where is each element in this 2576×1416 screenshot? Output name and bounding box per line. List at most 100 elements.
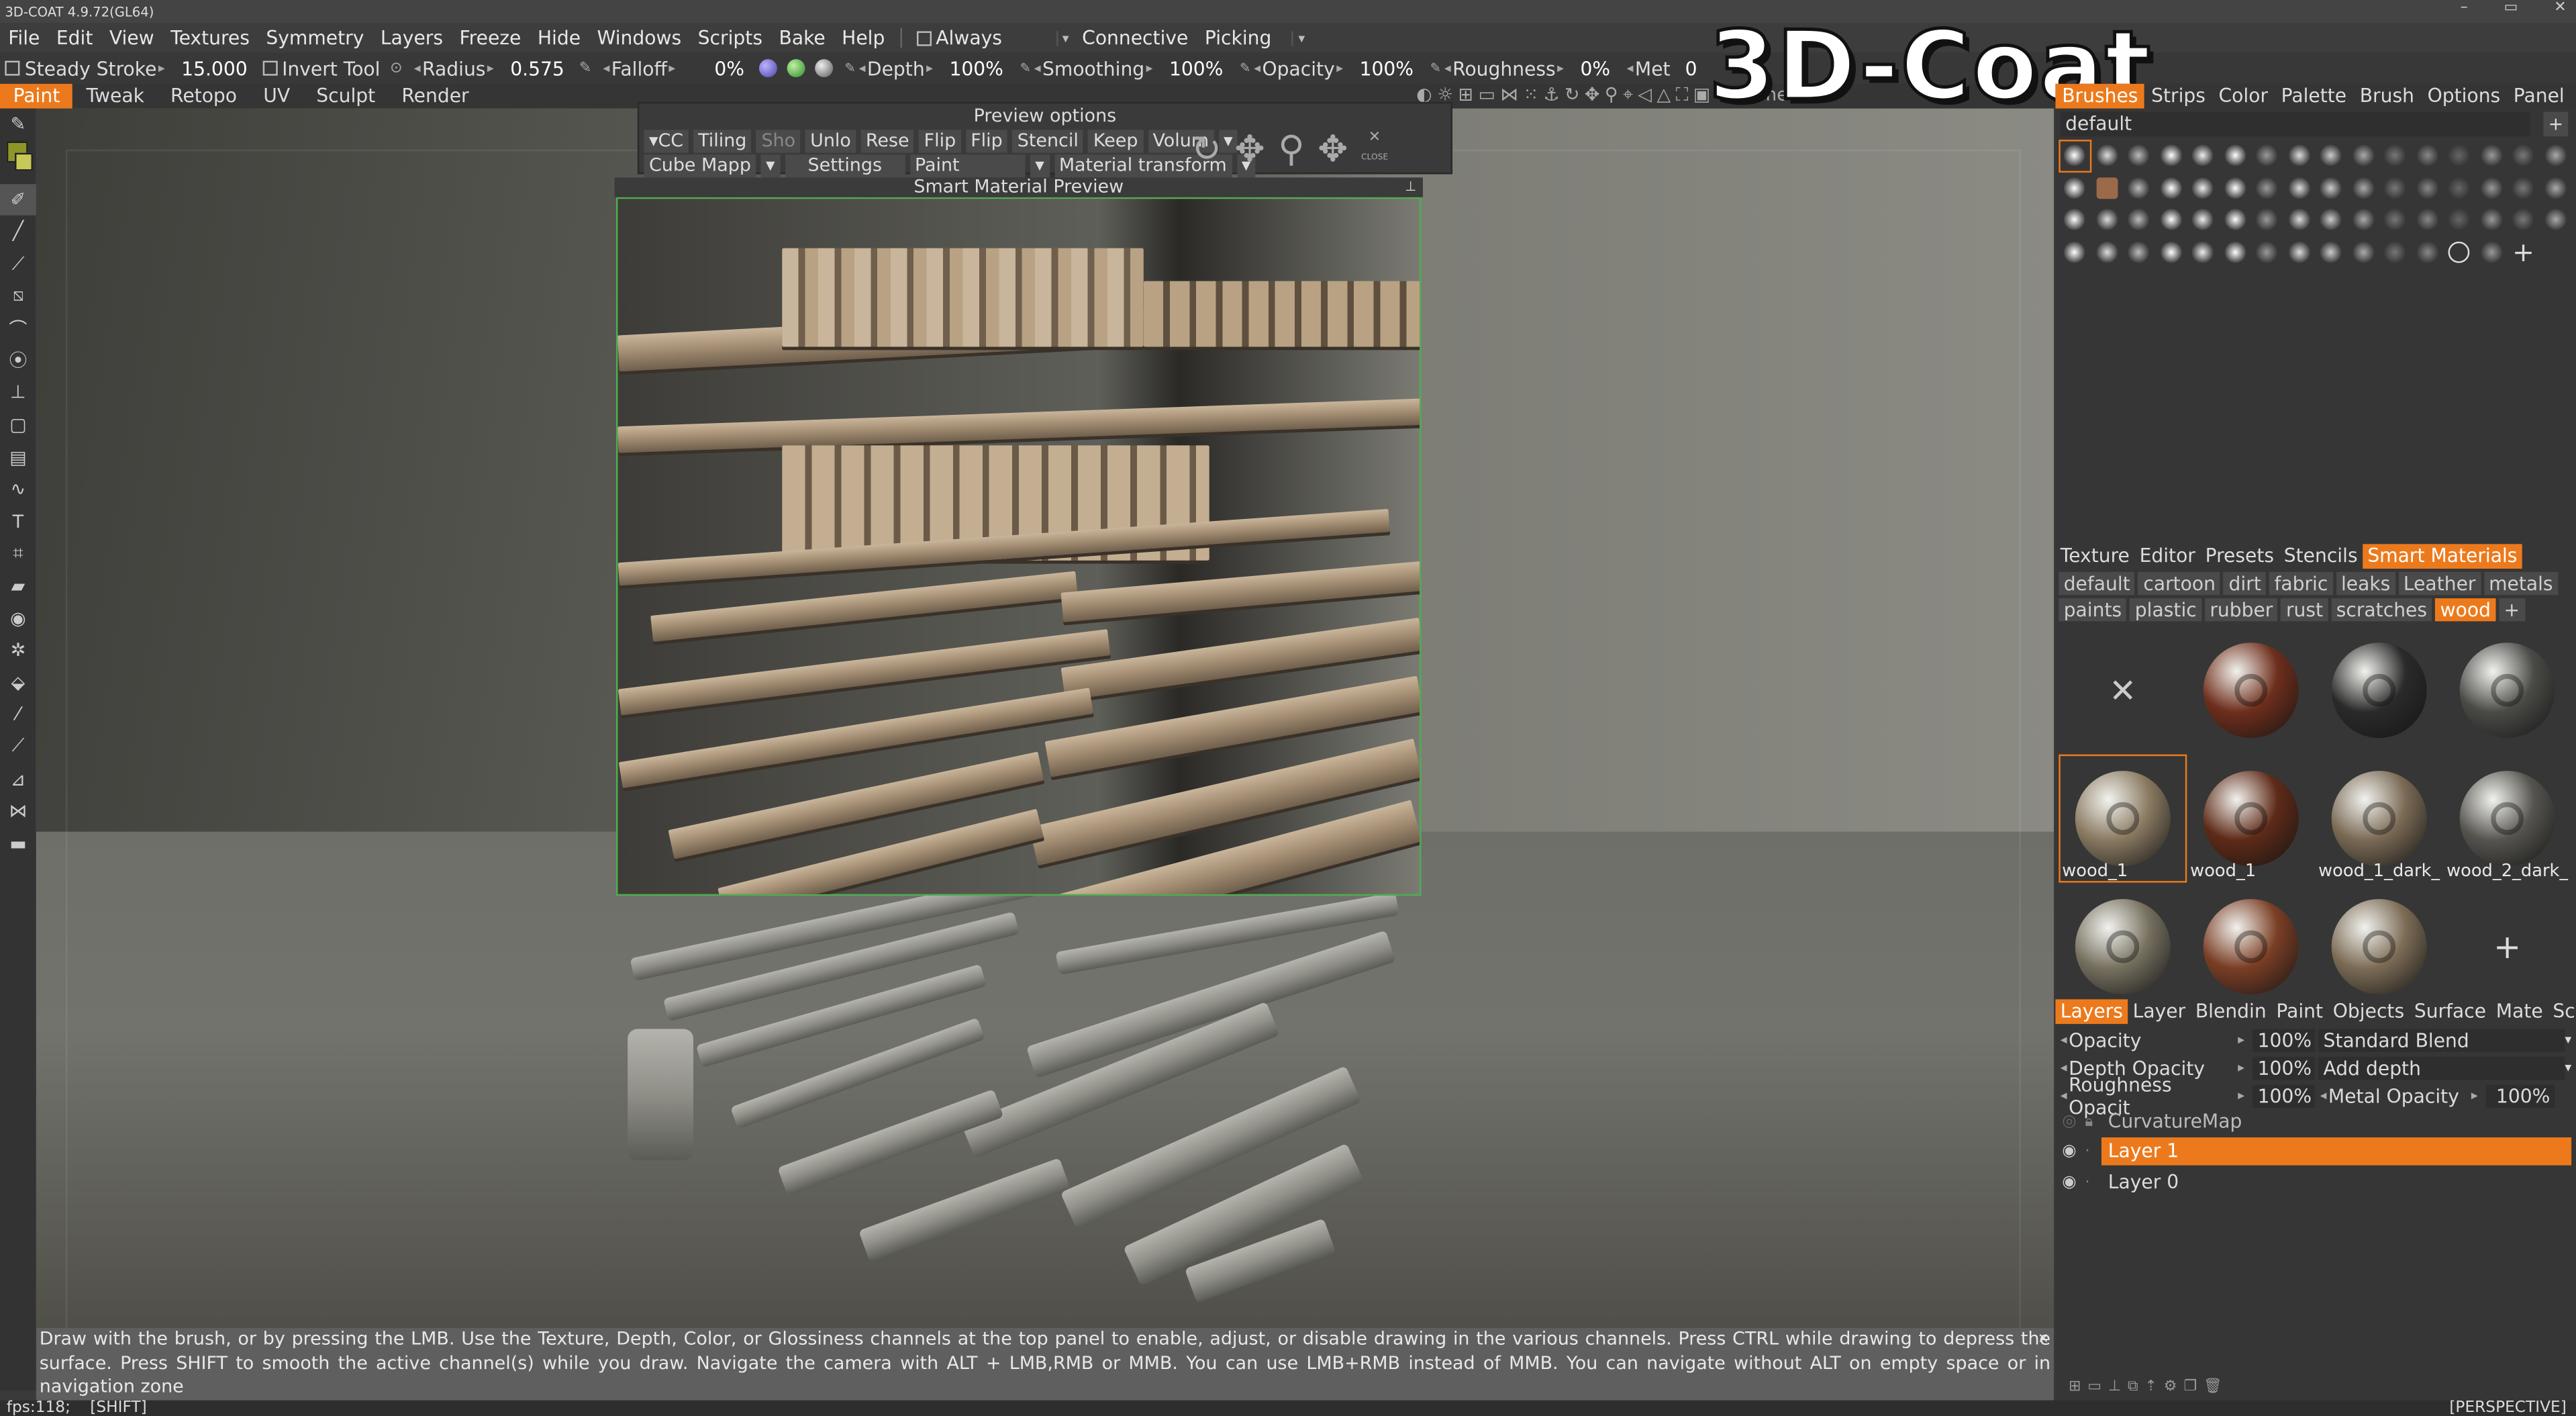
brush-alpha-icon[interactable] xyxy=(2443,172,2475,204)
metal-opacity-value[interactable]: 100% xyxy=(2485,1084,2555,1107)
category-metals[interactable]: metals xyxy=(2483,571,2558,596)
rotate-icon[interactable]: ↻ xyxy=(1565,84,1580,107)
brush-alpha-icon[interactable] xyxy=(2443,236,2475,268)
spray-icon[interactable]: ⦿ xyxy=(0,344,36,377)
arrow-left-icon[interactable]: ◂ xyxy=(1442,61,1452,76)
tab-objects[interactable]: Objects xyxy=(2328,999,2409,1024)
smart-material-preview-area[interactable] xyxy=(616,197,1422,896)
metal-value[interactable]: 0 xyxy=(1675,56,1707,79)
new-layer-icon[interactable]: ⊞ xyxy=(2069,1379,2081,1395)
menu-symmetry[interactable]: Symmetry xyxy=(258,26,372,49)
add-brush-button[interactable]: + xyxy=(2508,236,2540,268)
menu-help[interactable]: Help xyxy=(834,26,893,49)
menu-hide[interactable]: Hide xyxy=(530,26,589,49)
eraser-icon[interactable]: ▰ xyxy=(0,570,36,602)
brush-alpha-icon[interactable] xyxy=(2155,204,2187,236)
layer-row-layer-1[interactable]: ◉ · Layer 1 xyxy=(2062,1137,2572,1166)
lock-icon[interactable]: 🔒︎ xyxy=(2085,1114,2101,1130)
viewport[interactable] xyxy=(36,108,2054,1328)
menu-file[interactable]: File xyxy=(0,26,48,49)
tab-brushes[interactable]: Brushes xyxy=(2055,83,2145,109)
brush-alpha-icon[interactable] xyxy=(2475,172,2508,204)
arrow-right-icon[interactable]: ▸ xyxy=(2236,1032,2246,1047)
dots-icon[interactable]: ⁙ xyxy=(1524,84,1539,107)
arrow-right-icon[interactable]: ▸ xyxy=(925,61,935,76)
material-thumbnail[interactable]: wood_1_dark_ xyxy=(2315,755,2443,883)
back-arrow-icon[interactable]: ◁ xyxy=(1638,84,1652,107)
roughness-value[interactable]: 0% xyxy=(1571,56,1620,79)
brush-alpha-icon[interactable] xyxy=(2187,236,2219,268)
ruler-icon[interactable]: ▬ xyxy=(0,827,36,859)
brush-alpha-icon[interactable] xyxy=(2155,236,2187,268)
tab-smart-materials[interactable]: Smart Materials xyxy=(2362,544,2522,569)
brush-alpha-icon[interactable] xyxy=(2475,140,2508,172)
add-material-button[interactable]: + xyxy=(2443,883,2571,1011)
eye-icon[interactable]: ◉ xyxy=(2062,1142,2085,1160)
brush-alpha-icon[interactable] xyxy=(2187,140,2219,172)
radius-control[interactable]: ◂ Radius ▸ xyxy=(407,56,501,79)
unlock-button[interactable]: Unlo xyxy=(805,130,856,153)
brush-alpha-icon[interactable] xyxy=(2123,140,2155,172)
tab-retopo[interactable]: Retopo xyxy=(157,84,250,109)
copy-icon[interactable]: ❐ xyxy=(2183,1379,2197,1395)
brush-alpha-icon[interactable] xyxy=(2347,236,2379,268)
brush-alpha-icon[interactable] xyxy=(2059,140,2091,172)
arrow-left-icon[interactable]: ◂ xyxy=(1252,61,1262,76)
flip-x-button[interactable]: Flip xyxy=(919,130,961,153)
brush-alpha-icon[interactable] xyxy=(2411,204,2443,236)
brush-alpha-icon[interactable] xyxy=(2123,236,2155,268)
maximize-icon[interactable]: ▭ xyxy=(2504,0,2518,16)
smudge-icon[interactable]: ⌒ xyxy=(0,312,36,344)
brush-alpha-icon[interactable] xyxy=(2315,204,2347,236)
zoom-icon[interactable]: ⚲ xyxy=(1278,130,1304,171)
chevron-down-icon[interactable]: ▾ xyxy=(2565,1060,2571,1075)
brush-alpha-icon[interactable] xyxy=(2251,236,2283,268)
arrow-left-icon[interactable]: ◂ xyxy=(601,61,611,76)
always-checkbox[interactable]: Always xyxy=(908,26,1056,49)
brush-alpha-icon[interactable] xyxy=(2379,140,2412,172)
arrow-left-icon[interactable]: ◂ xyxy=(2059,1032,2069,1047)
brush-alpha-icon[interactable] xyxy=(2091,236,2123,268)
category-cartoon[interactable]: cartoon xyxy=(2138,571,2221,596)
flip-y-button[interactable]: Flip xyxy=(965,130,1008,153)
brush-alpha-icon[interactable] xyxy=(2443,204,2475,236)
frame-icon[interactable]: ⌗ xyxy=(0,538,36,570)
brush-alpha-icon[interactable] xyxy=(2283,172,2315,204)
brush-alpha-icon[interactable] xyxy=(2379,236,2412,268)
arrow-right-icon[interactable]: ▸ xyxy=(667,61,677,76)
radius-value[interactable]: 0.575 xyxy=(501,56,575,79)
stencil-button[interactable]: Stencil xyxy=(1012,130,1084,153)
brush-alpha-icon[interactable] xyxy=(2539,172,2571,204)
smoothing-control[interactable]: ✎ ◂ Smoothing ▸ xyxy=(1013,56,1160,79)
depth-opacity-value[interactable]: 100% xyxy=(2252,1055,2316,1080)
add-category-button[interactable]: + xyxy=(2499,598,2525,622)
brush-alpha-icon[interactable] xyxy=(2219,172,2251,204)
merge-icon[interactable]: ⊥ xyxy=(2108,1379,2121,1395)
show-button[interactable]: Sho xyxy=(756,130,801,153)
brush-alpha-icon[interactable] xyxy=(2508,172,2540,204)
brush-alpha-icon[interactable] xyxy=(2315,172,2347,204)
menu-view[interactable]: View xyxy=(101,26,162,49)
menu-textures[interactable]: Textures xyxy=(162,26,258,49)
category-rubber[interactable]: rubber xyxy=(2204,598,2278,622)
move-icon[interactable]: ✥ xyxy=(1235,130,1265,171)
brush-alpha-icon[interactable] xyxy=(2283,236,2315,268)
brush-alpha-icon[interactable] xyxy=(2059,204,2091,236)
brush-alpha-icon[interactable] xyxy=(2475,236,2508,268)
category-default[interactable]: default xyxy=(2059,571,2136,596)
category-leather[interactable]: Leather xyxy=(2398,571,2481,596)
brush-alpha-icon[interactable] xyxy=(2508,140,2540,172)
lock-icon[interactable]: · xyxy=(2085,1174,2101,1190)
rotate-icon[interactable]: ↻ xyxy=(1191,130,1222,171)
pen-icon[interactable]: ✎ xyxy=(575,60,597,76)
brush-alpha-icon[interactable] xyxy=(2379,204,2412,236)
arrow-right-icon[interactable]: ▸ xyxy=(1335,61,1345,76)
tab-brush[interactable]: Brush xyxy=(2353,84,2421,109)
tab-presets[interactable]: Presets xyxy=(2200,544,2279,569)
tab-sculpt[interactable]: Sculpt xyxy=(303,84,389,109)
falloff-control[interactable]: ◂ Falloff ▸ xyxy=(597,56,682,79)
tab-tweak[interactable]: Tweak xyxy=(73,84,158,109)
brush-alpha-icon[interactable] xyxy=(2411,172,2443,204)
brush-alpha-icon[interactable] xyxy=(2539,204,2571,236)
chevron-down-icon[interactable]: ▾ xyxy=(2565,1032,2571,1047)
